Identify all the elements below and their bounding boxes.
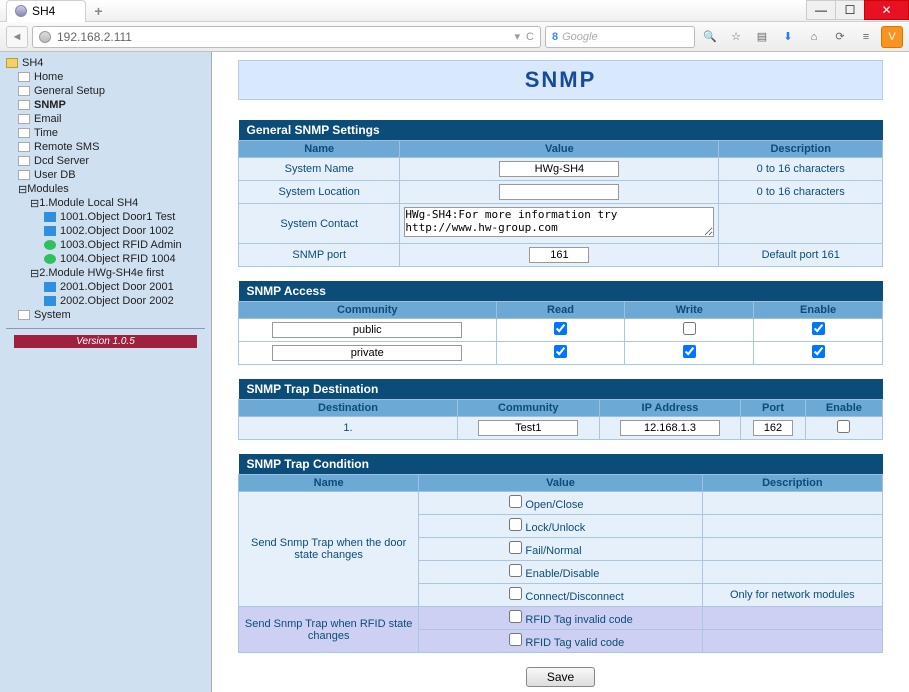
- tree-item-modules[interactable]: ⊟ Modules: [0, 182, 211, 196]
- connect-disconnect-checkbox[interactable]: [509, 587, 522, 600]
- door-trap-label: Send Snmp Trap when the door state chang…: [239, 492, 419, 607]
- read-checkbox[interactable]: [554, 322, 567, 335]
- refresh-icon[interactable]: ⟳: [829, 26, 851, 48]
- community-input[interactable]: [272, 322, 462, 338]
- tree-object[interactable]: 1001.Object Door1 Test: [0, 210, 211, 224]
- tree-item-dcd-server[interactable]: Dcd Server: [0, 154, 211, 168]
- new-tab-button[interactable]: +: [94, 3, 102, 19]
- tree-item-user-db[interactable]: User DB: [0, 168, 211, 182]
- tab-title: SH4: [32, 4, 55, 18]
- row-label: System Name: [239, 158, 400, 181]
- row-label: SNMP port: [239, 244, 400, 267]
- row-label: System Contact: [239, 204, 400, 244]
- panel-title: General SNMP Settings: [239, 120, 883, 141]
- menu-icon[interactable]: ≡: [855, 26, 877, 48]
- snmp-port-input[interactable]: [529, 247, 589, 263]
- browser-tab[interactable]: SH4: [6, 0, 86, 22]
- system-contact-input[interactable]: HWg-SH4:For more information try http://…: [404, 207, 714, 237]
- tree-item-snmp[interactable]: SNMP: [0, 98, 211, 112]
- trap-port-input[interactable]: [753, 420, 793, 436]
- tree-root[interactable]: SH4: [0, 56, 211, 70]
- window-titlebar: SH4 + — ☐ ✕: [0, 0, 909, 22]
- globe-icon: [39, 31, 51, 43]
- row-label: System Location: [239, 181, 400, 204]
- tree-object[interactable]: 2002.Object Door 2002: [0, 294, 211, 308]
- star-icon[interactable]: ☆: [725, 26, 747, 48]
- enable-checkbox[interactable]: [812, 322, 825, 335]
- tree-object[interactable]: 1003.Object RFID Admin: [0, 238, 211, 252]
- search-placeholder: Google: [562, 31, 597, 43]
- trap-community-input[interactable]: [478, 420, 578, 436]
- sidebar: SH4 Home General Setup SNMP Email Time R…: [0, 52, 212, 692]
- nav-back[interactable]: ◄: [6, 26, 28, 48]
- home-icon[interactable]: ⌂: [803, 26, 825, 48]
- fail-normal-checkbox[interactable]: [509, 541, 522, 554]
- version-label: Version 1.0.5: [14, 335, 197, 348]
- search-box[interactable]: 8 Google: [545, 26, 695, 48]
- tree-item-general-setup[interactable]: General Setup: [0, 84, 211, 98]
- download-icon[interactable]: ⬇: [777, 26, 799, 48]
- panel-title: SNMP Trap Destination: [239, 379, 883, 400]
- page-title: SNMP: [238, 60, 883, 100]
- url-box[interactable]: 192.168.2.111 ▾ C: [32, 26, 541, 48]
- sidebar-divider: [6, 328, 205, 329]
- tree-object[interactable]: 1004.Object RFID 1004: [0, 252, 211, 266]
- open-close-checkbox[interactable]: [509, 495, 522, 508]
- trap-ip-input[interactable]: [620, 420, 720, 436]
- write-checkbox[interactable]: [683, 345, 696, 358]
- destination-label: 1.: [239, 417, 458, 440]
- tree-object[interactable]: 2001.Object Door 2001: [0, 280, 211, 294]
- rfid-trap-label: Send Snmp Trap when RFID state changes: [239, 607, 419, 653]
- enable-disable-checkbox[interactable]: [509, 564, 522, 577]
- rfid-valid-checkbox[interactable]: [509, 633, 522, 646]
- tree-module-2[interactable]: ⊟ 2.Module HWg-SH4e first: [0, 266, 211, 280]
- content: SNMP General SNMP Settings Name Value De…: [212, 52, 909, 692]
- panel-title: SNMP Access: [239, 281, 883, 302]
- library-icon[interactable]: ▤: [751, 26, 773, 48]
- rfid-invalid-checkbox[interactable]: [509, 610, 522, 623]
- save-button[interactable]: Save: [526, 667, 595, 687]
- trap-destination-table: SNMP Trap Destination Destination Commun…: [238, 379, 883, 440]
- tree-item-home[interactable]: Home: [0, 70, 211, 84]
- tree-item-email[interactable]: Email: [0, 112, 211, 126]
- enable-checkbox[interactable]: [812, 345, 825, 358]
- tree-item-system[interactable]: System: [0, 308, 211, 322]
- trap-condition-table: SNMP Trap Condition Name Value Descripti…: [238, 454, 883, 653]
- snmp-access-table: SNMP Access Community Read Write Enable: [238, 281, 883, 365]
- window-maximize[interactable]: ☐: [835, 0, 865, 20]
- lock-unlock-checkbox[interactable]: [509, 518, 522, 531]
- extension-icon[interactable]: V: [881, 26, 903, 48]
- community-input[interactable]: [272, 345, 462, 361]
- tree-module-1[interactable]: ⊟ 1.Module Local SH4: [0, 196, 211, 210]
- trap-enable-checkbox[interactable]: [837, 420, 850, 433]
- read-checkbox[interactable]: [554, 345, 567, 358]
- write-checkbox[interactable]: [683, 322, 696, 335]
- globe-icon: [15, 5, 27, 17]
- tree-object[interactable]: 1002.Object Door 1002: [0, 224, 211, 238]
- general-settings-table: General SNMP Settings Name Value Descrip…: [238, 120, 883, 267]
- system-name-input[interactable]: [499, 161, 619, 177]
- tree-item-time[interactable]: Time: [0, 126, 211, 140]
- panel-title: SNMP Trap Condition: [239, 454, 883, 475]
- search-icon[interactable]: 🔍: [699, 26, 721, 48]
- address-bar: ◄ 192.168.2.111 ▾ C 8 Google 🔍 ☆ ▤ ⬇ ⌂ ⟳…: [0, 22, 909, 52]
- window-minimize[interactable]: —: [806, 0, 836, 20]
- url-text: 192.168.2.111: [57, 30, 509, 44]
- window-close[interactable]: ✕: [864, 0, 909, 20]
- tree-item-remote-sms[interactable]: Remote SMS: [0, 140, 211, 154]
- system-location-input[interactable]: [499, 184, 619, 200]
